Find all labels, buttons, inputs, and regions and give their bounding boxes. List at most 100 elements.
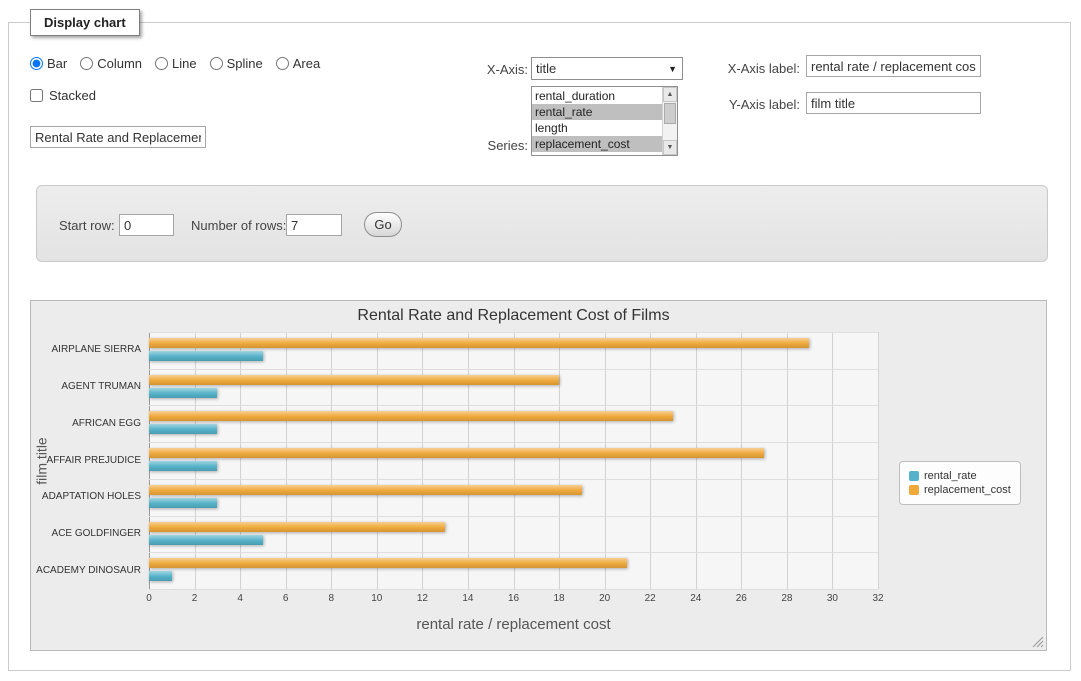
category-label: AIRPLANE SIERRA <box>31 344 141 355</box>
go-button[interactable]: Go <box>364 212 402 237</box>
gridline-vertical <box>832 332 833 589</box>
start-row-label: Start row: <box>59 218 115 233</box>
bar-rental_rate <box>149 388 217 398</box>
x-tick-label: 12 <box>417 593 428 604</box>
x-axis-label-field-label: X-Axis label: <box>700 61 800 76</box>
series-scrollbar[interactable]: ▲ ▼ <box>662 87 677 155</box>
x-tick-label: 16 <box>508 593 519 604</box>
x-tick-label: 14 <box>462 593 473 604</box>
x-tick-label: 6 <box>283 593 289 604</box>
x-axis-selected-value: title <box>536 61 556 76</box>
gridline-horizontal <box>149 516 878 517</box>
chart-type-option-spline[interactable]: Spline <box>210 56 263 71</box>
x-axis-select-label: X-Axis: <box>430 62 528 77</box>
chart-type-option-bar[interactable]: Bar <box>30 56 67 71</box>
gridline-vertical <box>741 332 742 589</box>
stacked-checkbox[interactable] <box>30 89 43 102</box>
series-select-label: Series: <box>430 138 528 153</box>
gridline-horizontal <box>149 369 878 370</box>
x-tick-label: 30 <box>827 593 838 604</box>
resize-handle-icon[interactable] <box>1032 636 1045 649</box>
bar-rental_rate <box>149 461 217 471</box>
category-label: AGENT TRUMAN <box>31 381 141 392</box>
x-tick-label: 2 <box>192 593 198 604</box>
series-listbox[interactable]: rental_durationrental_ratelengthreplacem… <box>531 86 678 156</box>
bar-replacement_cost <box>149 558 627 568</box>
chart-type-option-line[interactable]: Line <box>155 56 197 71</box>
x-tick-label: 10 <box>371 593 382 604</box>
legend-label: rental_rate <box>924 470 977 482</box>
stacked-checkbox-row[interactable]: Stacked <box>30 88 96 103</box>
gridline-vertical <box>422 332 423 589</box>
x-tick-label: 26 <box>736 593 747 604</box>
series-option-rental_duration[interactable]: rental_duration <box>532 88 662 104</box>
y-axis-label-field-label: Y-Axis label: <box>700 97 800 112</box>
series-option-replacement_cost[interactable]: replacement_cost <box>532 136 662 152</box>
legend-item-replacement_cost[interactable]: replacement_cost <box>909 484 1011 496</box>
x-tick-label: 22 <box>645 593 656 604</box>
chart-type-radio-group: Bar Column Line Spline Area <box>30 56 320 71</box>
chart-type-option-column[interactable]: Column <box>80 56 142 71</box>
chart-title: Rental Rate and Replacement Cost of Film… <box>149 307 878 325</box>
start-row-input[interactable] <box>119 214 174 236</box>
radio-line[interactable] <box>155 57 168 70</box>
legend-label: replacement_cost <box>924 484 1011 496</box>
category-label: AFFAIR PREJUDICE <box>31 455 141 466</box>
number-of-rows-label: Number of rows: <box>191 218 286 233</box>
series-option-rental_rate[interactable]: rental_rate <box>532 104 662 120</box>
gridline-horizontal <box>149 442 878 443</box>
radio-label: Bar <box>47 56 67 71</box>
bar-replacement_cost <box>149 338 809 348</box>
x-tick-label: 18 <box>554 593 565 604</box>
radio-area[interactable] <box>276 57 289 70</box>
gridline-vertical <box>286 332 287 589</box>
gridline-vertical <box>240 332 241 589</box>
bar-rental_rate <box>149 351 263 361</box>
gridline-vertical <box>468 332 469 589</box>
stacked-label: Stacked <box>49 88 96 103</box>
chart-title-input[interactable] <box>30 126 206 148</box>
radio-bar[interactable] <box>30 57 43 70</box>
x-tick-label: 8 <box>328 593 334 604</box>
x-axis-select[interactable]: title ▼ <box>531 57 683 80</box>
number-of-rows-input[interactable] <box>286 214 342 236</box>
gridline-horizontal <box>149 332 878 333</box>
gridline-vertical <box>650 332 651 589</box>
bar-replacement_cost <box>149 375 559 385</box>
legend-swatch <box>909 471 919 481</box>
scroll-up-icon[interactable]: ▲ <box>663 87 677 102</box>
radio-spline[interactable] <box>210 57 223 70</box>
radio-label: Column <box>97 56 142 71</box>
row-controls-panel: Start row: Number of rows: Go <box>36 185 1048 262</box>
x-axis-title: rental rate / replacement cost <box>149 616 878 633</box>
chart-legend: rental_rate replacement_cost <box>899 461 1021 505</box>
x-axis-label-input[interactable] <box>806 55 981 77</box>
series-option-length[interactable]: length <box>532 120 662 136</box>
bar-rental_rate <box>149 424 217 434</box>
category-label: ADAPTATION HOLES <box>31 491 141 502</box>
chart-panel: Rental Rate and Replacement Cost of Film… <box>30 300 1047 651</box>
gridline-vertical <box>878 332 879 589</box>
dropdown-arrow-icon: ▼ <box>668 64 677 74</box>
gridline-horizontal <box>149 589 878 590</box>
x-tick-label: 4 <box>237 593 243 604</box>
category-label: ACE GOLDFINGER <box>31 528 141 539</box>
radio-column[interactable] <box>80 57 93 70</box>
bar-replacement_cost <box>149 485 582 495</box>
gridline-horizontal <box>149 552 878 553</box>
bar-replacement_cost <box>149 448 764 458</box>
legend-swatch <box>909 485 919 495</box>
legend-item-rental_rate[interactable]: rental_rate <box>909 470 1011 482</box>
scroll-thumb[interactable] <box>664 103 676 124</box>
chart-type-option-area[interactable]: Area <box>276 56 320 71</box>
radio-label: Line <box>172 56 197 71</box>
gridline-horizontal <box>149 479 878 480</box>
bar-replacement_cost <box>149 522 445 532</box>
radio-label: Area <box>293 56 320 71</box>
y-axis-label-input[interactable] <box>806 92 981 114</box>
category-label: AFRICAN EGG <box>31 418 141 429</box>
gridline-vertical <box>331 332 332 589</box>
scroll-down-icon[interactable]: ▼ <box>663 140 677 155</box>
bar-rental_rate <box>149 571 172 581</box>
x-tick-label: 28 <box>781 593 792 604</box>
